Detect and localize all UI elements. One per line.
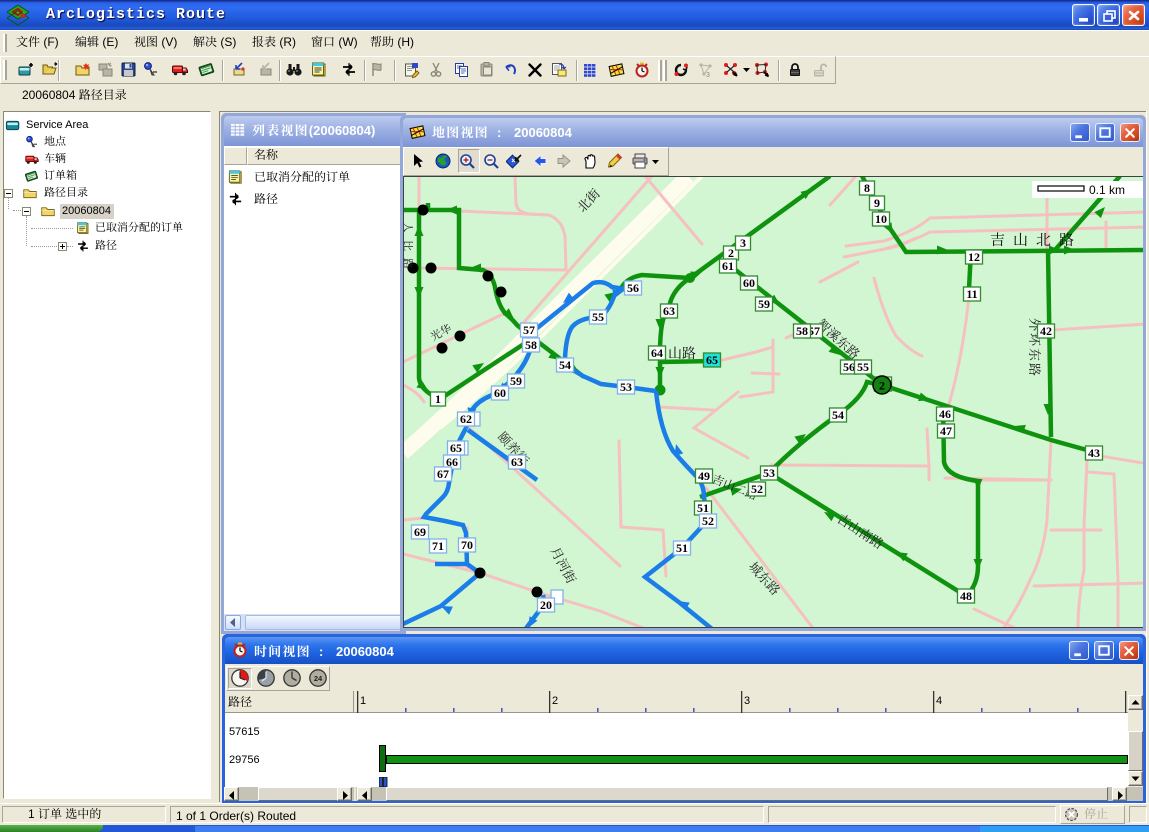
svg-text:51: 51 [676, 541, 688, 555]
svg-text:62: 62 [460, 412, 472, 426]
svg-text:20: 20 [540, 598, 552, 612]
svg-text:70: 70 [461, 538, 473, 552]
svg-text:2: 2 [879, 379, 885, 393]
svg-text:55: 55 [592, 310, 604, 324]
svg-text:59: 59 [758, 297, 770, 311]
svg-text:1: 1 [435, 392, 441, 406]
svg-text:8: 8 [864, 181, 870, 195]
svg-text:(E): (E) [99, 35, 118, 49]
svg-text:2: 2 [552, 695, 558, 707]
svg-text:(W): (W) [335, 35, 358, 49]
svg-text:55: 55 [857, 360, 869, 374]
svg-text:1: 1 [28, 807, 38, 821]
svg-text::: : [319, 644, 323, 659]
svg-text:20060804: 20060804 [62, 205, 111, 217]
svg-text:3: 3 [706, 72, 710, 79]
svg-text:10: 10 [875, 212, 887, 226]
svg-text:48: 48 [960, 589, 972, 603]
svg-text:9: 9 [874, 196, 880, 210]
svg-text:20060804: 20060804 [22, 88, 79, 102]
svg-text:12: 12 [968, 250, 980, 264]
svg-text:63: 63 [511, 455, 523, 469]
svg-text:29756: 29756 [229, 754, 260, 766]
svg-text:59: 59 [510, 374, 522, 388]
svg-text:(R): (R) [276, 35, 296, 49]
svg-text:49: 49 [698, 469, 710, 483]
svg-text:20060804: 20060804 [514, 125, 573, 140]
svg-text:52: 52 [702, 514, 714, 528]
svg-text:61: 61 [722, 259, 734, 273]
svg-text:58: 58 [796, 324, 808, 338]
svg-text:(V): (V) [158, 35, 177, 49]
svg-text:57: 57 [523, 323, 535, 337]
svg-text:56: 56 [627, 281, 639, 295]
svg-text:65: 65 [706, 353, 718, 367]
svg-text:0.1 km: 0.1 km [1089, 183, 1125, 197]
svg-text:20060804: 20060804 [336, 644, 395, 659]
svg-text:42: 42 [1040, 324, 1052, 338]
svg-text:4: 4 [936, 695, 942, 707]
svg-text:52: 52 [751, 482, 763, 496]
svg-text:67: 67 [437, 467, 449, 481]
svg-text:65: 65 [450, 441, 462, 455]
svg-text:Service Area: Service Area [26, 119, 89, 131]
svg-text:60: 60 [743, 276, 755, 290]
svg-text:63: 63 [663, 304, 675, 318]
svg-text:58: 58 [525, 338, 537, 352]
svg-text:11: 11 [966, 287, 977, 301]
svg-text:54: 54 [559, 358, 571, 372]
svg-text:3: 3 [740, 236, 746, 250]
svg-text:2: 2 [728, 246, 734, 260]
svg-text:47: 47 [940, 424, 952, 438]
svg-text:46: 46 [939, 407, 951, 421]
svg-text:51: 51 [697, 501, 709, 515]
svg-text:53: 53 [620, 380, 632, 394]
svg-text:3: 3 [744, 695, 750, 707]
svg-text:(20060804): (20060804) [309, 123, 376, 138]
svg-text:(F): (F) [40, 35, 59, 49]
svg-text:69: 69 [414, 525, 426, 539]
svg-text:71: 71 [432, 539, 444, 553]
svg-text:60: 60 [494, 386, 506, 400]
svg-text:24: 24 [314, 674, 323, 683]
svg-text:56: 56 [843, 360, 855, 374]
svg-text:53: 53 [763, 466, 775, 480]
svg-text::: : [497, 125, 501, 140]
svg-text:43: 43 [1088, 446, 1100, 460]
svg-text:1: 1 [360, 695, 366, 707]
svg-text:(S): (S) [217, 35, 236, 49]
svg-text:54: 54 [832, 408, 844, 422]
svg-text:(H): (H) [394, 35, 414, 49]
svg-text:57615: 57615 [229, 726, 260, 738]
svg-text:64: 64 [651, 346, 663, 360]
